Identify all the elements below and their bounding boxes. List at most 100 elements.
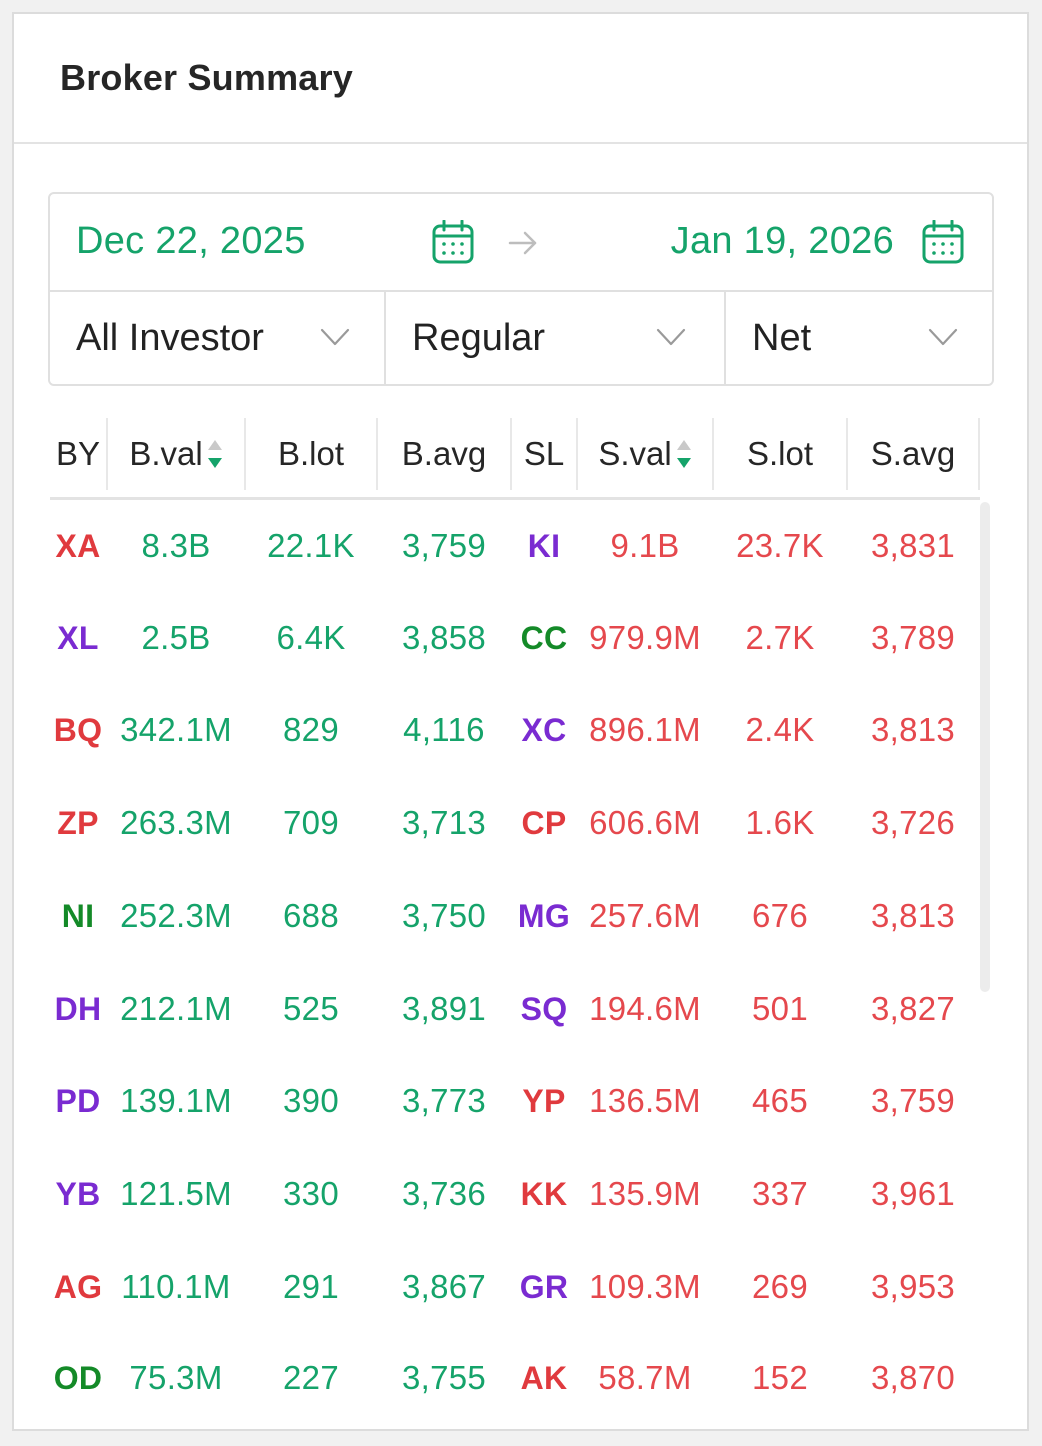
- cell-by[interactable]: XA: [50, 500, 106, 592]
- table-row[interactable]: YB 121.5M 330 3,736 KK 135.9M 337 3,961: [50, 1148, 980, 1240]
- cell-slot: 501: [752, 990, 808, 1027]
- calendar-icon[interactable]: [432, 220, 474, 264]
- cell-by[interactable]: NI: [50, 870, 106, 962]
- mode-select-value: Net: [752, 316, 812, 359]
- cell-by[interactable]: YB: [50, 1148, 106, 1240]
- cell-savg: 3,726: [870, 804, 956, 841]
- cell-by[interactable]: PD: [50, 1055, 106, 1147]
- cell-bval: 139.1M: [120, 1082, 232, 1119]
- column-divider: [978, 418, 980, 490]
- cell-bavg: 3,750: [401, 897, 487, 934]
- table-row[interactable]: BQ 342.1M 829 4,116 XC 896.1M 2.4K 3,813: [50, 684, 980, 776]
- header-sval-label: S.val: [598, 435, 672, 472]
- investor-select-value: All Investor: [76, 316, 264, 359]
- cell-sval: 136.5M: [589, 1082, 701, 1119]
- header-blot: B.lot: [246, 418, 376, 490]
- chevron-down-icon: [656, 328, 686, 346]
- cell-blot: 330: [283, 1175, 339, 1212]
- cell-bval: 342.1M: [120, 711, 232, 748]
- cell-sl[interactable]: YP: [512, 1055, 576, 1147]
- mode-select[interactable]: Net: [726, 292, 992, 384]
- cell-sl[interactable]: XC: [512, 684, 576, 776]
- cell-bavg: 3,858: [401, 619, 487, 656]
- cell-bavg: 3,759: [401, 527, 487, 564]
- cell-sl[interactable]: CP: [512, 777, 576, 869]
- table-row[interactable]: DH 212.1M 525 3,891 SQ 194.6M 501 3,827: [50, 963, 980, 1055]
- market-select[interactable]: Regular: [386, 292, 726, 384]
- cell-bval: 252.3M: [120, 897, 232, 934]
- cell-bval: 212.1M: [120, 990, 232, 1027]
- cell-bval: 121.5M: [120, 1175, 232, 1212]
- cell-sl[interactable]: KI: [512, 500, 576, 592]
- cell-bval: 263.3M: [120, 804, 232, 841]
- cell-savg: 3,953: [870, 1268, 956, 1305]
- cell-blot: 390: [283, 1082, 339, 1119]
- investor-select[interactable]: All Investor: [50, 292, 386, 384]
- cell-by[interactable]: XL: [50, 592, 106, 684]
- cell-blot: 525: [283, 990, 339, 1027]
- table-row[interactable]: XA 8.3B 22.1K 3,759 KI 9.1B 23.7K 3,831: [50, 500, 980, 592]
- sort-icon[interactable]: [207, 437, 223, 471]
- cell-savg: 3,789: [870, 619, 956, 656]
- end-date[interactable]: Jan 19, 2026: [671, 220, 894, 263]
- filter-box: Dec 22, 2025 Jan 19, 2026 All Investor R…: [48, 192, 994, 386]
- chevron-down-icon: [320, 328, 350, 346]
- cell-bavg: 3,773: [401, 1082, 487, 1119]
- cell-sl[interactable]: MG: [512, 870, 576, 962]
- header-bavg: B.avg: [378, 418, 510, 490]
- cell-sl[interactable]: SQ: [512, 963, 576, 1055]
- cell-slot: 337: [752, 1175, 808, 1212]
- cell-sl[interactable]: KK: [512, 1148, 576, 1240]
- cell-blot: 22.1K: [267, 527, 355, 564]
- table-row[interactable]: ZP 263.3M 709 3,713 CP 606.6M 1.6K 3,726: [50, 777, 980, 869]
- header-slot: S.lot: [714, 418, 846, 490]
- cell-by[interactable]: DH: [50, 963, 106, 1055]
- date-range-picker[interactable]: Dec 22, 2025 Jan 19, 2026: [50, 194, 992, 292]
- cell-bval: 8.3B: [141, 527, 211, 564]
- sort-icon[interactable]: [676, 437, 692, 471]
- table-row[interactable]: OD 75.3M 227 3,755 AK 58.7M 152 3,870: [50, 1332, 980, 1424]
- header-bavg-label: B.avg: [401, 435, 487, 472]
- cell-by[interactable]: OD: [50, 1332, 106, 1424]
- cell-sval: 896.1M: [589, 711, 701, 748]
- header-bval[interactable]: B.val: [108, 418, 244, 490]
- cell-slot: 1.6K: [745, 804, 815, 841]
- cell-slot: 152: [752, 1359, 808, 1396]
- cell-blot: 291: [283, 1268, 339, 1305]
- header-sl-label: SL: [523, 435, 565, 472]
- cell-sl[interactable]: GR: [512, 1241, 576, 1333]
- broker-summary-panel: Broker Summary Dec 22, 2025 Jan 19, 2026: [12, 12, 1029, 1431]
- cell-bval: 2.5B: [141, 619, 211, 656]
- cell-blot: 6.4K: [276, 619, 346, 656]
- cell-savg: 3,813: [870, 711, 956, 748]
- cell-by[interactable]: AG: [50, 1241, 106, 1333]
- vertical-scrollbar[interactable]: [980, 502, 990, 992]
- header-by: BY: [50, 418, 106, 490]
- cell-sl[interactable]: CC: [512, 592, 576, 684]
- header-savg: S.avg: [848, 418, 978, 490]
- calendar-icon[interactable]: [922, 220, 964, 264]
- cell-savg: 3,759: [870, 1082, 956, 1119]
- table-row[interactable]: PD 139.1M 390 3,773 YP 136.5M 465 3,759: [50, 1055, 980, 1147]
- cell-slot: 2.7K: [745, 619, 815, 656]
- table-row[interactable]: NI 252.3M 688 3,750 MG 257.6M 676 3,813: [50, 870, 980, 962]
- cell-by[interactable]: BQ: [50, 684, 106, 776]
- cell-savg: 3,831: [870, 527, 956, 564]
- cell-sl[interactable]: AK: [512, 1332, 576, 1424]
- cell-bavg: 3,736: [401, 1175, 487, 1212]
- header-by-label: BY: [55, 435, 101, 472]
- header-slot-label: S.lot: [746, 435, 814, 472]
- cell-by[interactable]: ZP: [50, 777, 106, 869]
- header-sval[interactable]: S.val: [578, 418, 712, 490]
- start-date[interactable]: Dec 22, 2025: [76, 220, 306, 263]
- cell-bavg: 3,891: [401, 990, 487, 1027]
- cell-blot: 227: [283, 1359, 339, 1396]
- table-row[interactable]: AG 110.1M 291 3,867 GR 109.3M 269 3,953: [50, 1241, 980, 1333]
- cell-sval: 194.6M: [589, 990, 701, 1027]
- table-header: BY B.val B.lot B.avg SL S.val S.lot S.av…: [50, 418, 980, 500]
- table-row[interactable]: XL 2.5B 6.4K 3,858 CC 979.9M 2.7K 3,789: [50, 592, 980, 684]
- cell-slot: 465: [752, 1082, 808, 1119]
- cell-bval: 110.1M: [121, 1268, 231, 1305]
- cell-savg: 3,870: [870, 1359, 956, 1396]
- cell-sval: 135.9M: [589, 1175, 701, 1212]
